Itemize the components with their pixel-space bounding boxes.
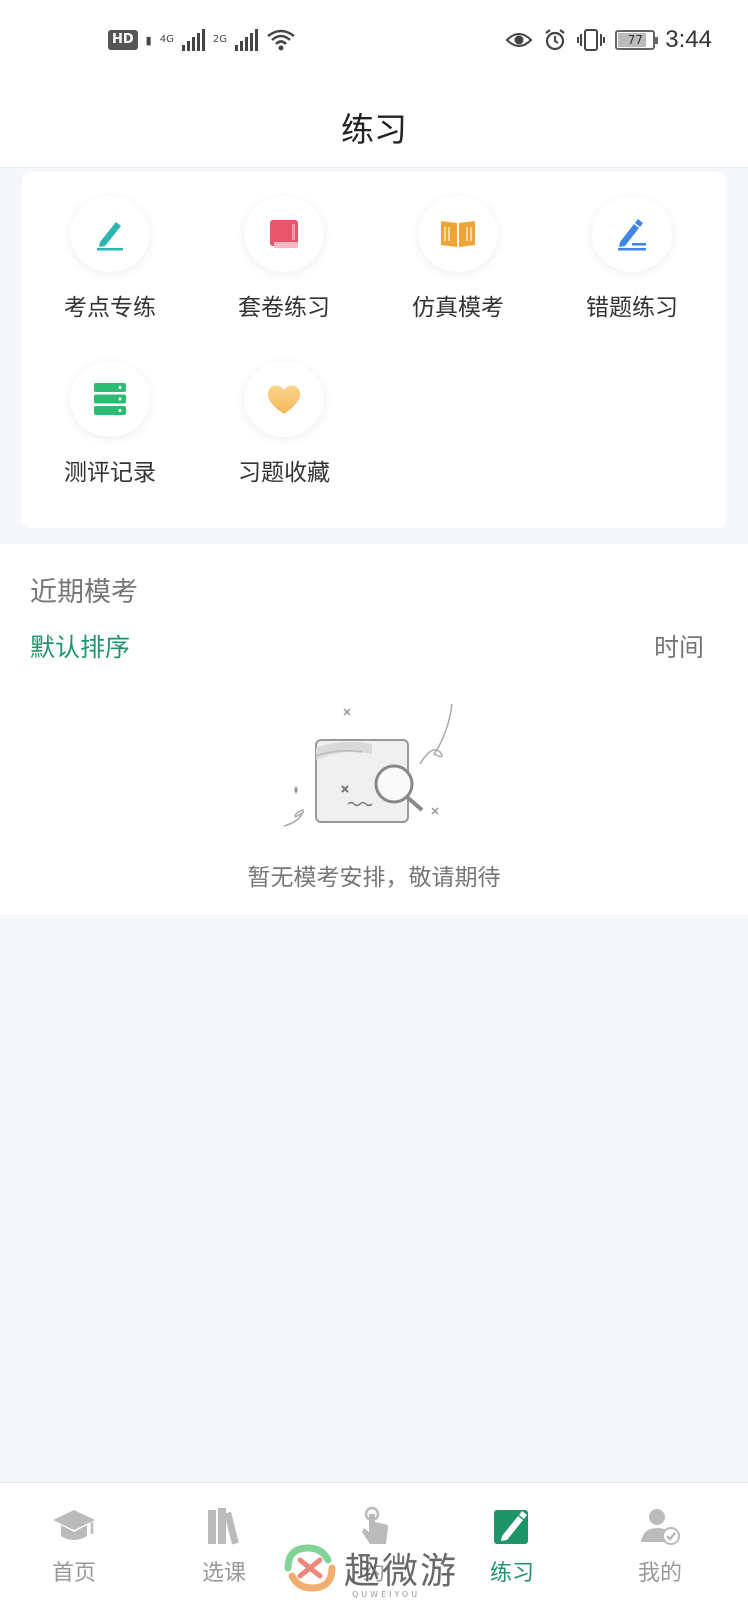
icon-circle xyxy=(70,361,150,437)
icon-circle xyxy=(418,196,498,272)
sort-default-tab[interactable]: 默认排序 xyxy=(30,628,130,664)
menu-item-label: 仿真模考 xyxy=(412,295,504,321)
book-icon xyxy=(270,220,298,248)
tab-home[interactable]: 首页 xyxy=(0,1483,148,1600)
menu-item-favorites[interactable]: 习题收藏 xyxy=(196,337,372,487)
icon-circle xyxy=(70,196,150,272)
sim1-network-label: 4G xyxy=(159,34,174,45)
sort-time-tab[interactable]: 时间 xyxy=(654,628,704,664)
icon-circle xyxy=(244,361,324,437)
sim2-network-label: 2G xyxy=(212,34,227,45)
tab-practice[interactable]: 练习 xyxy=(438,1483,586,1600)
tab-label: 选课 xyxy=(201,1561,246,1586)
menu-item-label: 考点专练 xyxy=(64,295,156,321)
status-time: 3:44 xyxy=(665,26,712,53)
signal-strength-icon xyxy=(181,29,205,51)
page-header: 练习 xyxy=(0,86,748,168)
hd-badge: HD xyxy=(108,30,138,50)
eye-icon xyxy=(505,33,533,47)
menu-item-assessment-records[interactable]: 测评记录 xyxy=(22,337,198,487)
empty-state-text: 暂无模考安排，敬请期待 xyxy=(247,865,501,891)
battery-level: 77 xyxy=(627,33,643,47)
status-bar: HD ▮ 4G 2G 77 3:44 xyxy=(0,0,748,86)
pen-icon xyxy=(97,222,123,251)
menu-item-topic-practice[interactable]: 考点专练 xyxy=(22,172,198,322)
heart-icon xyxy=(267,385,301,414)
status-right: 77 3:44 xyxy=(505,26,712,54)
menu-item-label: 测评记录 xyxy=(64,460,156,486)
recent-exams-section: 近期模考 默认排序 时间 暂无模考安排，敬请期待 xyxy=(0,544,748,914)
wifi-icon xyxy=(267,29,295,51)
empty-state-illustration xyxy=(283,704,453,827)
edit-icon xyxy=(618,219,646,251)
books-icon xyxy=(204,1505,244,1547)
section-title: 近期模考 xyxy=(30,577,138,608)
tab-label: 练习 xyxy=(489,1561,534,1586)
menu-item-mock-exam[interactable]: 仿真模考 xyxy=(370,172,546,322)
menu-item-label: 习题收藏 xyxy=(238,460,330,486)
alarm-icon xyxy=(545,29,565,51)
graduation-cap-icon xyxy=(51,1505,97,1547)
watermark-logo: 趣微游 QUWEIYOU xyxy=(282,1542,459,1599)
menu-item-wrong-questions[interactable]: 错题练习 xyxy=(544,172,720,322)
menu-item-label: 错题练习 xyxy=(586,295,678,321)
watermark-text: 趣微游 xyxy=(344,1551,459,1592)
user-check-icon xyxy=(639,1505,681,1547)
tab-profile[interactable]: 我的 xyxy=(586,1483,734,1600)
menu-item-paper-practice[interactable]: 套卷练习 xyxy=(196,172,372,322)
tab-courses[interactable]: 选课 xyxy=(150,1483,298,1600)
signal-strength-icon xyxy=(234,29,258,51)
status-left: HD ▮ 4G 2G xyxy=(108,28,296,52)
icon-circle xyxy=(244,196,324,272)
watermark-subtext: QUWEIYOU xyxy=(352,1590,421,1599)
menu-item-label: 套卷练习 xyxy=(238,295,330,321)
icon-circle xyxy=(592,196,672,272)
tab-label: 首页 xyxy=(51,1561,96,1586)
battery-indicator: 77 xyxy=(615,30,659,50)
practice-menu-card: 考点专练 套卷练习 仿真模考 错题练习 测评记录 习题收藏 xyxy=(22,172,726,528)
sim-slot-icon: ▮ xyxy=(145,33,152,47)
server-stack-icon xyxy=(94,383,126,415)
watermark-logo-icon xyxy=(284,1544,336,1592)
vibrate-icon xyxy=(577,29,606,51)
practice-edit-icon xyxy=(492,1505,532,1547)
page-title: 练习 xyxy=(341,109,407,149)
open-book-icon xyxy=(441,221,475,247)
tab-label: 我的 xyxy=(637,1561,682,1586)
tap-hand-icon xyxy=(356,1505,392,1547)
